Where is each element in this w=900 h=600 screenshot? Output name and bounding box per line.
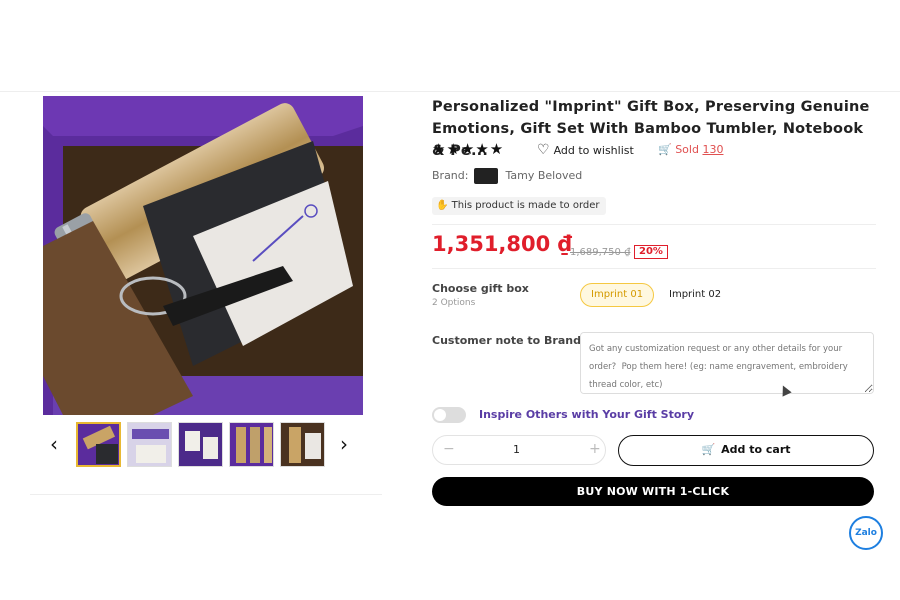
sold-count: 🛒 Sold 130 (658, 143, 723, 156)
gallery-divider (30, 494, 382, 495)
rating-row: ★★★★★ ♡ Add to wishlist 🛒 Sold 130 (432, 140, 876, 160)
thumbnail-4[interactable] (229, 422, 274, 467)
gift-box-photo (43, 96, 363, 415)
wishlist-label: Add to wishlist (553, 144, 634, 157)
gift-box-option-imprint-01[interactable]: Imprint 01 (580, 283, 655, 307)
divider (432, 268, 876, 269)
chevron-right-icon[interactable]: › (340, 430, 348, 458)
product-page: ‹ › Personalized "Imprint" Gift Box, Pre… (0, 92, 900, 600)
inspire-toggle[interactable] (432, 407, 466, 423)
cart-icon: 🛒 (658, 143, 672, 156)
sold-number[interactable]: 130 (702, 143, 723, 156)
quantity-stepper: − 1 + (432, 435, 606, 465)
thumbnail-3[interactable] (178, 422, 223, 467)
current-price: 1,351,800 ₫ (432, 232, 573, 256)
inspire-row: Inspire Others with Your Gift Story (432, 407, 876, 425)
product-main-image[interactable] (43, 96, 363, 415)
quantity-decrement-button[interactable]: − (443, 441, 455, 457)
thumbnail-1[interactable] (76, 422, 121, 467)
gift-box-label: Choose gift box (432, 282, 529, 295)
divider (432, 224, 876, 225)
brand-label: Brand: (432, 169, 469, 182)
top-header-band (0, 0, 900, 92)
original-price: 1,689,750 ₫ (570, 247, 631, 258)
quantity-increment-button[interactable]: + (589, 441, 601, 457)
inspire-label[interactable]: Inspire Others with Your Gift Story (479, 408, 694, 421)
handshake-icon: ✋ (436, 200, 452, 211)
brand-name[interactable]: Tamy Beloved (505, 169, 582, 182)
add-to-wishlist-button[interactable]: ♡ Add to wishlist (537, 142, 634, 158)
add-to-cart-button[interactable]: 🛒 Add to cart (618, 435, 874, 466)
customer-note-label: Customer note to Brand (432, 334, 581, 347)
chevron-left-icon[interactable]: ‹ (50, 430, 58, 458)
quantity-value[interactable]: 1 (513, 443, 520, 456)
thumbnail-2[interactable] (127, 422, 172, 467)
brand-row: Brand: Tamy Beloved (432, 168, 582, 184)
brand-logo[interactable] (473, 168, 498, 184)
toggle-knob (434, 409, 446, 421)
zalo-chat-button[interactable]: Zalo (849, 516, 883, 550)
discount-badge: 20% (634, 245, 668, 259)
made-to-order-text: This product is made to order (451, 200, 600, 211)
sold-label: Sold (675, 143, 699, 156)
heart-icon: ♡ (537, 142, 550, 158)
thumbnail-strip: ‹ › (50, 422, 360, 468)
gift-box-option-imprint-02[interactable]: Imprint 02 (658, 283, 733, 307)
made-to-order-badge: ✋ This product is made to order (432, 197, 606, 215)
gift-box-option-count: 2 Options (432, 298, 476, 308)
thumbnail-5[interactable] (280, 422, 325, 467)
rating-stars[interactable]: ★★★★★ (432, 140, 504, 158)
customer-note-textarea[interactable] (580, 332, 874, 394)
buy-now-button[interactable]: BUY NOW WITH 1-CLICK (432, 477, 874, 506)
add-to-cart-label: Add to cart (721, 443, 791, 456)
cart-icon: 🛒 (701, 443, 716, 456)
